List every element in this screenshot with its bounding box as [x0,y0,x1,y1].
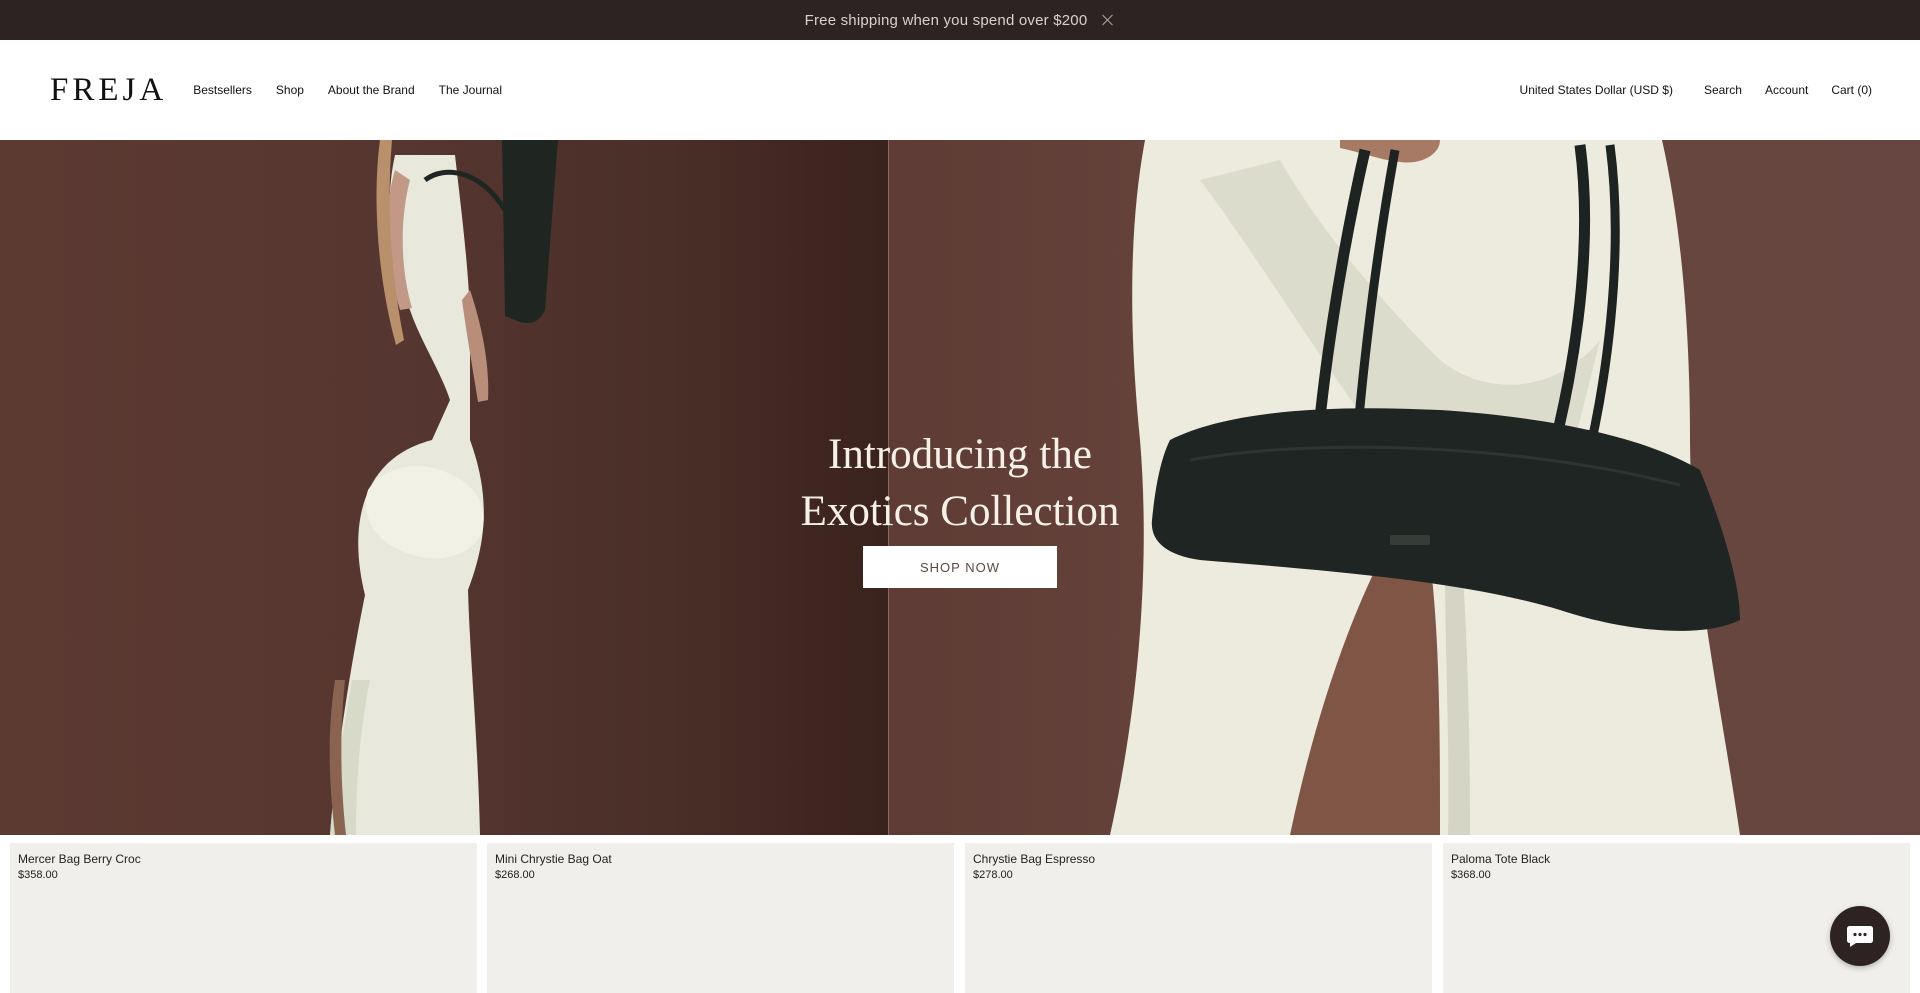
account-link[interactable]: Account [1765,83,1808,97]
logo[interactable]: FREJA [50,72,167,109]
product-price: $368.00 [1451,869,1491,881]
right-model-figure [1110,140,1740,835]
main-nav: Bestsellers Shop About the Brand The Jou… [193,83,502,97]
nav-the-journal[interactable]: The Journal [439,83,502,97]
shop-now-button[interactable]: SHOP NOW [863,546,1057,588]
product-name: Chrystie Bag Espresso [973,852,1096,866]
product-card[interactable]: Mercer Bag Berry Croc $358.00 [10,843,477,993]
product-price: $358.00 [18,869,58,881]
product-name: Mercer Bag Berry Croc [18,852,141,866]
nav-shop[interactable]: Shop [276,83,304,97]
hero-title-line2: Exotics Collection [800,488,1120,535]
site-header: FREJA Bestsellers Shop About the Brand T… [0,40,1920,140]
left-model-figure [329,140,558,835]
announcement-text: Free shipping when you spend over $200 [804,11,1088,29]
product-card[interactable]: Mini Chrystie Bag Oat $268.00 [487,843,954,993]
product-grid: Mercer Bag Berry Croc $358.00 Mini Chrys… [0,835,1920,993]
close-icon[interactable] [1101,13,1115,27]
search-link[interactable]: Search [1704,83,1742,97]
chat-button[interactable] [1830,906,1890,966]
hero-banner: Introducing the Exotics Collection SHOP … [0,140,1920,835]
nav-about-the-brand[interactable]: About the Brand [328,83,415,97]
hero-title-line1: Introducing the [828,431,1092,478]
chat-icon [1847,926,1873,947]
product-card[interactable]: Chrystie Bag Espresso $278.00 [965,843,1432,993]
currency-selector[interactable]: United States Dollar (USD $) [1520,83,1673,97]
product-name: Paloma Tote Black [1451,852,1551,866]
header-utilities: United States Dollar (USD $) Search Acco… [1520,83,1872,97]
announcement-bar: Free shipping when you spend over $200 [0,0,1920,40]
nav-bestsellers[interactable]: Bestsellers [193,83,252,97]
hero-heading: Introducing the Exotics Collection [760,426,1160,540]
product-name: Mini Chrystie Bag Oat [495,852,612,866]
product-price: $268.00 [495,869,535,881]
cart-link[interactable]: Cart (0) [1831,83,1872,97]
product-price: $278.00 [973,869,1013,881]
